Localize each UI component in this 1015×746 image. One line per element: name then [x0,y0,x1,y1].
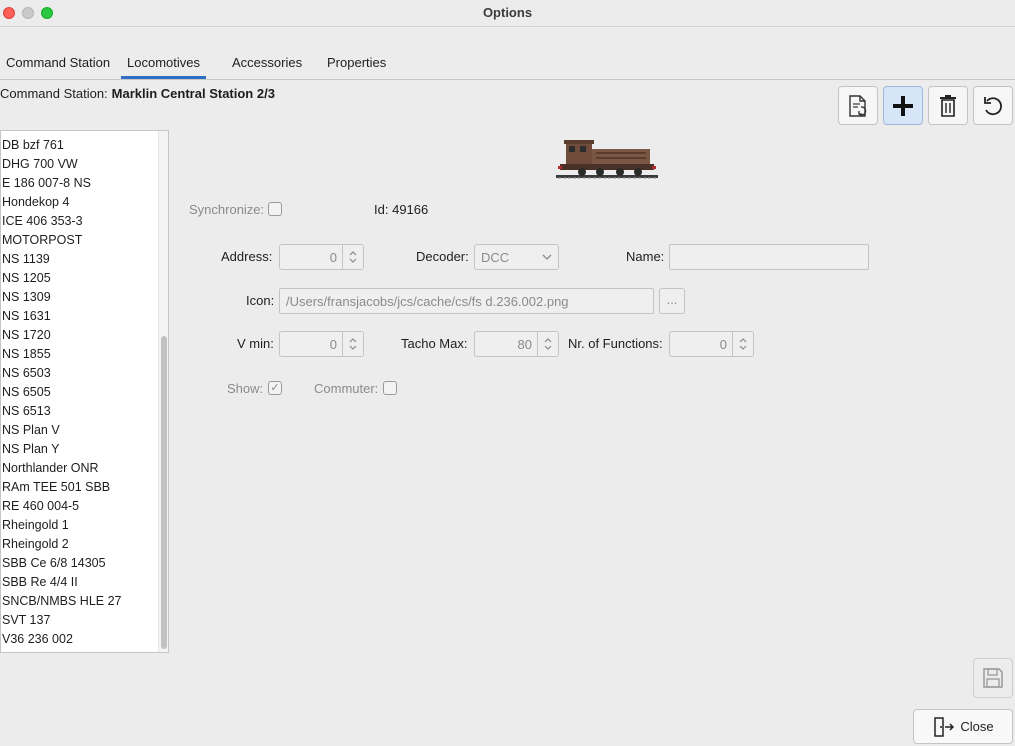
list-item[interactable]: SNCB/NMBS HLE 27 [1,592,159,611]
show-label: Show: [227,381,264,396]
list-item[interactable]: NS 1205 [1,269,159,288]
list-item[interactable]: NS Plan V [1,421,159,440]
list-item[interactable]: NS 1855 [1,345,159,364]
list-item[interactable]: NS 1631 [1,307,159,326]
list-item[interactable]: E 186 007-8 NS [1,174,159,193]
trash-icon [940,94,956,117]
list-item[interactable]: NS 1720 [1,326,159,345]
list-item[interactable]: RE 460 004-5 [1,497,159,516]
stepper-arrows-icon[interactable] [537,332,558,356]
exit-door-icon [934,716,955,737]
close-button[interactable]: Close [913,709,1013,744]
window-title: Options [482,5,533,20]
list-item[interactable]: SBB Ce 6/8 14305 [1,554,159,573]
list-item[interactable]: Northlander ONR [1,459,159,478]
synchronize-label: Synchronize: [189,202,265,217]
stepper-arrows-icon[interactable] [342,245,363,269]
list-item[interactable]: V36 236 002 [1,630,159,649]
address-value: 0 [329,250,337,265]
tab-accessories[interactable]: Accessories [226,50,308,79]
name-label: Name: [626,249,665,264]
locomotive-image [556,140,658,179]
tacho-max-value: 80 [517,337,532,352]
functions-value: 0 [719,337,727,352]
browse-icon-button[interactable]: ... [659,288,685,314]
vmin-value: 0 [329,337,337,352]
list-item[interactable]: NS 6513 [1,402,159,421]
command-station-value: Marklin Central Station 2/3 [111,86,275,101]
vmin-label: V min: [237,336,274,351]
tacho-max-label: Tacho Max: [401,336,468,351]
functions-label: Nr. of Functions: [568,336,663,351]
tacho-max-spinner[interactable]: 80 [474,331,559,357]
id-display: Id: 49166 [374,202,428,217]
command-station-row: Command Station: Marklin Central Station … [0,86,275,101]
list-item[interactable]: Hondekop 4 [1,193,159,212]
chevron-down-icon [542,254,552,260]
list-item[interactable]: NS 1309 [1,288,159,307]
show-checkbox[interactable]: ✓ [268,381,282,395]
synchronize-checkbox[interactable] [268,202,282,216]
vmin-spinner[interactable]: 0 [279,331,364,357]
list-item[interactable]: Rheingold 2 [1,535,159,554]
reset-button[interactable] [973,86,1013,125]
decoder-select[interactable]: DCC [474,244,559,270]
tab-command-station[interactable]: Command Station [0,50,116,79]
list-item[interactable]: SVT 137 [1,611,159,630]
list-item[interactable]: NS 1139 [1,250,159,269]
tab-properties[interactable]: Properties [321,50,392,79]
list-item[interactable]: Rheingold 1 [1,516,159,535]
id-value: 49166 [392,202,429,217]
locomotive-list[interactable]: DB 340 017-9DB bzf 761DHG 700 VWE 186 00… [0,130,169,653]
save-button[interactable] [973,658,1013,698]
list-item[interactable]: NS Plan Y [1,440,159,459]
locomotive-list-items: DB 340 017-9DB bzf 761DHG 700 VWE 186 00… [1,131,159,649]
command-station-label: Command Station: [0,86,108,101]
list-item[interactable]: DHG 700 VW [1,155,159,174]
list-item[interactable]: RAm TEE 501 SBB [1,478,159,497]
list-scrollbar[interactable] [158,131,168,652]
delete-locomotive-button[interactable] [928,86,968,125]
close-button-label: Close [960,719,994,734]
list-item[interactable]: DB bzf 761 [1,136,159,155]
list-scroll-thumb[interactable] [161,336,167,649]
name-field[interactable] [669,244,869,270]
rotate-icon [984,96,1002,115]
stepper-arrows-icon[interactable] [732,332,753,356]
address-label: Address: [221,249,273,264]
tab-locomotives[interactable]: Locomotives [121,50,206,79]
decoder-value: DCC [481,250,510,265]
id-label: Id: [374,202,389,217]
document-refresh-icon [849,94,867,117]
address-spinner[interactable]: 0 [279,244,364,270]
icon-label: Icon: [246,293,275,308]
list-item[interactable]: MOTORPOST [1,231,159,250]
title-bar: Options [0,0,1015,27]
list-item[interactable]: SBB Re 4/4 II [1,573,159,592]
plus-icon [893,95,913,116]
commuter-checkbox[interactable] [383,381,397,395]
icon-path-field[interactable]: /Users/fransjacobs/jcs/cache/cs/fs d.236… [279,288,654,314]
add-locomotive-button[interactable] [883,86,923,125]
commuter-label: Commuter: [314,381,379,396]
synchronize-button[interactable] [838,86,878,125]
list-item[interactable]: NS 6505 [1,383,159,402]
list-item[interactable]: NS 6503 [1,364,159,383]
stepper-arrows-icon[interactable] [342,332,363,356]
tab-bar: Command Station Locomotives Accessories … [0,50,1015,80]
list-item[interactable]: ICE 406 353-3 [1,212,159,231]
functions-spinner[interactable]: 0 [669,331,754,357]
decoder-label: Decoder: [416,249,469,264]
floppy-disk-icon [983,668,1003,688]
